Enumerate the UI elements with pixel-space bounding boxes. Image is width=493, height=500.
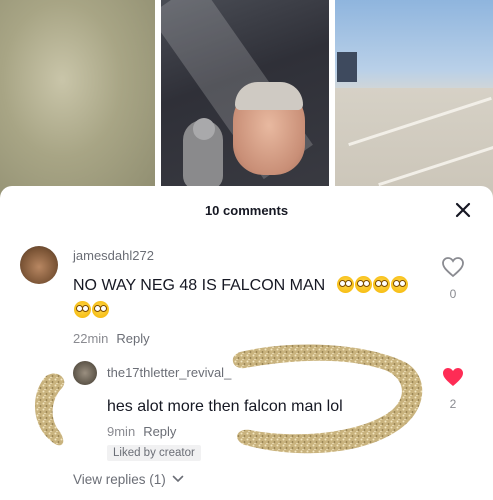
comment-text: hes alot more then falcon man lol xyxy=(107,398,343,415)
view-replies-button[interactable]: View replies (1) xyxy=(73,472,184,487)
video-grid xyxy=(0,0,493,200)
flushed-emoji-icon xyxy=(390,276,408,293)
comment-username[interactable]: jamesdahl272 xyxy=(73,248,154,263)
emoji-group xyxy=(336,276,408,294)
reply-button[interactable]: Reply xyxy=(116,331,149,346)
like-count: 2 xyxy=(449,397,457,411)
comment-meta: 9min Reply xyxy=(107,424,176,439)
video-thumbnail-3[interactable] xyxy=(335,0,493,200)
parrot-head xyxy=(193,118,215,140)
reply-item: the17thletter_revival_ hes alot more the… xyxy=(0,361,493,471)
flushed-emoji-icon xyxy=(92,301,109,318)
view-replies-label: View replies (1) xyxy=(73,472,166,487)
like-button[interactable]: 0 xyxy=(441,256,465,301)
comments-header: 10 comments xyxy=(0,186,493,236)
like-count: 0 xyxy=(449,287,457,301)
comment-time: 22min xyxy=(73,331,109,346)
reply-button[interactable]: Reply xyxy=(143,424,176,439)
comment-username[interactable]: the17thletter_revival_ xyxy=(107,365,231,380)
flushed-emoji-icon xyxy=(354,276,372,293)
comment-text: NO WAY NEG 48 IS FALCON MAN xyxy=(73,276,408,295)
comments-sheet: 10 comments jamesdahl272 NO WAY NEG 48 I… xyxy=(0,186,493,500)
avatar[interactable] xyxy=(73,361,97,385)
chevron-down-icon xyxy=(172,475,183,483)
video-thumbnail-1[interactable] xyxy=(0,0,155,200)
flushed-emoji-icon xyxy=(74,301,91,318)
comments-count: 10 comments xyxy=(204,203,289,218)
man-hair xyxy=(235,82,303,110)
comment-text-emoji-line xyxy=(73,301,109,320)
comment-meta: 22min Reply xyxy=(73,331,150,346)
heart-filled-icon[interactable] xyxy=(441,366,465,388)
solar-panel xyxy=(337,52,357,82)
like-button[interactable]: 2 xyxy=(441,366,465,411)
heart-outline-icon[interactable] xyxy=(441,256,465,278)
close-icon[interactable] xyxy=(451,198,475,222)
liked-by-creator-badge: Liked by creator xyxy=(107,445,201,461)
comment-time: 9min xyxy=(107,424,136,439)
comment-item: jamesdahl272 NO WAY NEG 48 IS FALCON MAN… xyxy=(0,246,493,356)
flushed-emoji-icon xyxy=(372,276,390,293)
comment-text-body: NO WAY NEG 48 IS FALCON MAN xyxy=(73,277,326,294)
avatar[interactable] xyxy=(20,246,58,284)
video-thumbnail-2[interactable] xyxy=(161,0,329,200)
flushed-emoji-icon xyxy=(336,276,354,293)
